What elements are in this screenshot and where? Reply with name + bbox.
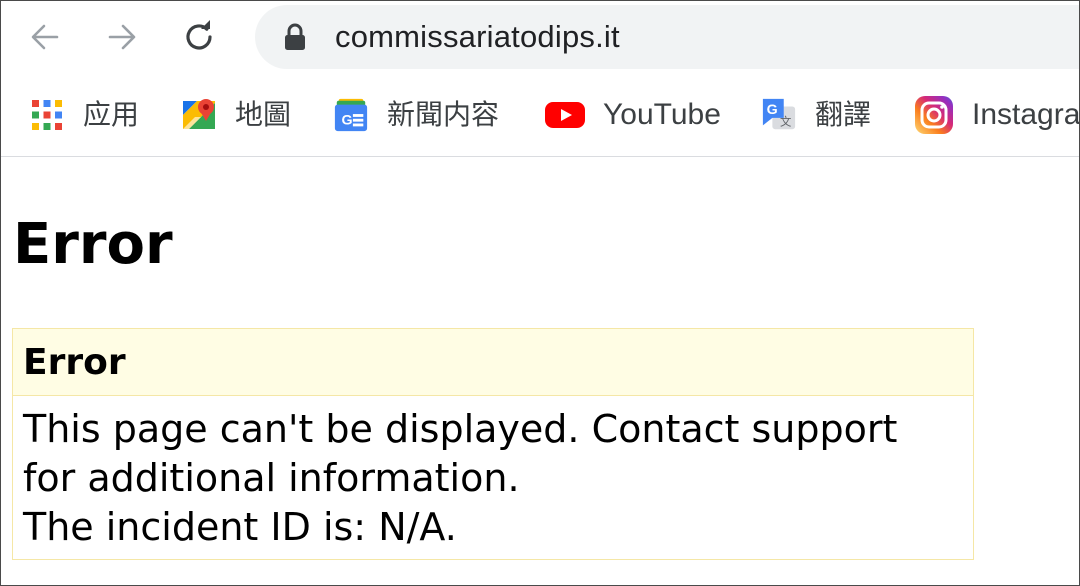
google-maps-icon <box>181 97 217 133</box>
error-box-heading: Error <box>23 342 126 383</box>
browser-toolbar: commissariatodips.it <box>1 1 1079 81</box>
bookmark-apps[interactable]: 应用 <box>29 93 139 137</box>
instagram-icon <box>914 96 954 134</box>
bookmark-news[interactable]: G 新聞内容 <box>333 93 499 137</box>
error-message: This page can't be displayed. Contact su… <box>23 407 898 500</box>
bookmark-youtube[interactable]: YouTube <box>545 93 721 137</box>
bookmark-maps[interactable]: 地圖 <box>181 93 291 137</box>
lock-icon <box>285 23 305 50</box>
bookmark-instagram[interactable]: Instagram <box>914 93 1080 137</box>
error-box: Error This page can't be displayed. Cont… <box>12 328 974 560</box>
svg-text:G: G <box>342 112 353 128</box>
browser-window: commissariatodips.it 应用 地圖 G 新聞内容 YouTub… <box>0 0 1080 586</box>
bookmark-label: 新聞内容 <box>387 98 500 131</box>
bookmark-translate[interactable]: 文 G 翻譯 <box>761 93 871 137</box>
incident-id-text: The incident ID is: N/A. <box>23 505 457 549</box>
error-box-header: Error <box>13 329 973 396</box>
bookmark-label: 地圖 <box>235 98 292 131</box>
youtube-icon <box>545 97 585 133</box>
reload-icon <box>186 20 212 50</box>
url-text: commissariatodips.it <box>335 19 620 54</box>
bookmark-label: 翻譯 <box>815 98 872 131</box>
bookmark-label: YouTube <box>603 98 721 131</box>
error-box-body: This page can't be displayed. Contact su… <box>23 405 953 552</box>
arrow-right-icon <box>108 24 136 50</box>
google-news-icon: G <box>333 97 369 133</box>
apps-grid-icon <box>29 97 65 133</box>
bookmark-label: Instagram <box>972 98 1080 131</box>
google-translate-icon: 文 G <box>761 97 797 133</box>
forward-button[interactable] <box>100 15 144 59</box>
back-button[interactable] <box>23 15 67 59</box>
reload-button[interactable] <box>177 15 221 59</box>
arrow-left-icon <box>31 24 59 50</box>
page-title: Error <box>13 212 173 277</box>
bookmark-label: 应用 <box>83 98 140 131</box>
svg-text:G: G <box>767 102 778 118</box>
bookmarks-bar: 应用 地圖 G 新聞内容 YouTube 文 G 翻譯 Instagra <box>1 81 1079 157</box>
address-bar[interactable]: commissariatodips.it <box>255 5 1079 69</box>
